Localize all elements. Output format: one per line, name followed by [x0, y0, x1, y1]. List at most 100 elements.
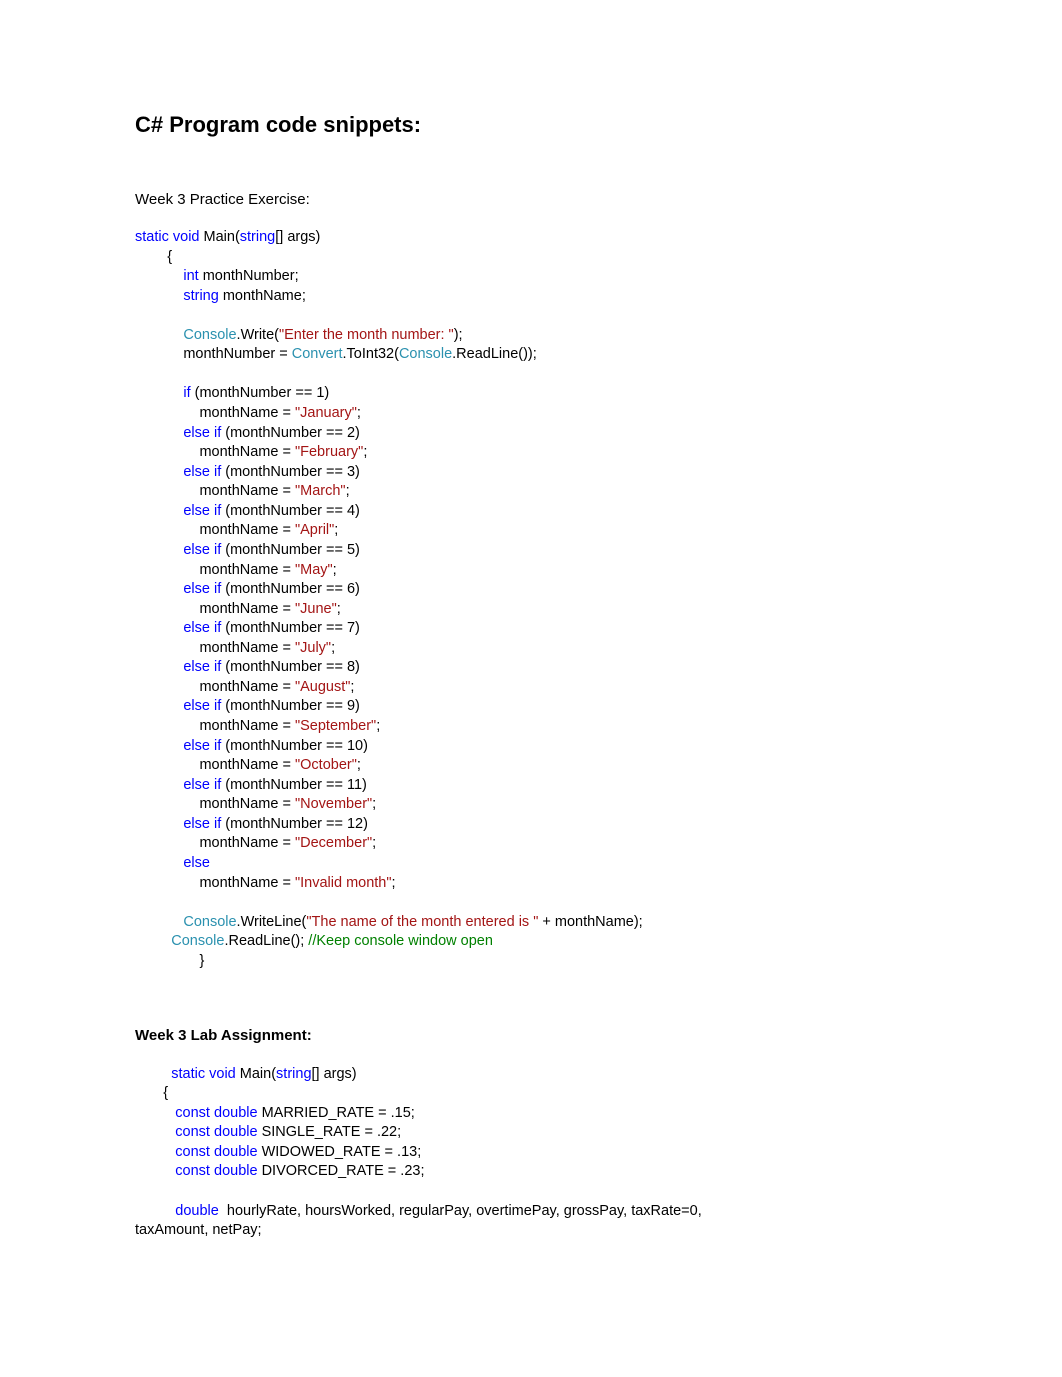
- code-type: Console: [171, 933, 224, 949]
- code-keyword: else if: [183, 503, 221, 519]
- code-text: Main(: [236, 1066, 276, 1082]
- code-string: "June": [295, 601, 337, 617]
- code-keyword: const: [175, 1105, 210, 1121]
- code-text: monthName =: [199, 757, 295, 773]
- code-keyword: if: [183, 385, 190, 401]
- code-string: "The name of the month entered is ": [306, 914, 538, 930]
- code-text: {: [135, 1085, 168, 1101]
- code-text: .WriteLine(: [237, 914, 307, 930]
- code-text: ;: [363, 444, 367, 460]
- code-keyword: else if: [183, 464, 221, 480]
- section-lab-label: Week 3 Lab Assignment:: [135, 1026, 932, 1046]
- code-text: ;: [372, 796, 376, 812]
- code-text: ;: [357, 757, 361, 773]
- page-title: C# Program code snippets:: [135, 110, 932, 140]
- code-block-lab: static void Main(string[] args) { const …: [135, 1065, 932, 1241]
- code-text: (monthNumber == 9): [221, 698, 360, 714]
- code-keyword: else: [183, 855, 210, 871]
- code-text: ;: [334, 522, 338, 538]
- code-string: "July": [295, 640, 331, 656]
- code-keyword: else if: [183, 620, 221, 636]
- code-text: ;: [333, 562, 337, 578]
- code-keyword: double: [175, 1203, 219, 1219]
- code-text: .ReadLine();: [224, 933, 308, 949]
- code-text: + monthName);: [538, 914, 642, 930]
- code-text: monthName =: [199, 679, 295, 695]
- code-text: ;: [357, 405, 361, 421]
- code-text: (monthNumber == 5): [221, 542, 360, 558]
- code-text: (monthNumber == 1): [191, 385, 330, 401]
- page: C# Program code snippets: Week 3 Practic…: [0, 0, 1062, 1301]
- code-string: "January": [295, 405, 357, 421]
- code-string: "October": [295, 757, 357, 773]
- code-string: "August": [295, 679, 350, 695]
- code-string: "May": [295, 562, 333, 578]
- code-string: "Enter the month number: ": [279, 327, 454, 343]
- code-text: (monthNumber == 4): [221, 503, 360, 519]
- code-text: monthName =: [199, 522, 295, 538]
- code-text: monthName =: [199, 562, 295, 578]
- code-text: (monthNumber == 7): [221, 620, 360, 636]
- code-text: monthName =: [199, 405, 295, 421]
- code-type: Console: [399, 346, 452, 362]
- code-keyword: string: [240, 229, 275, 245]
- code-block-practice: static void Main(string[] args) { int mo…: [135, 228, 932, 971]
- code-text: monthName =: [199, 718, 295, 734]
- code-text: WIDOWED_RATE = .13;: [258, 1144, 422, 1160]
- code-keyword: void: [173, 229, 200, 245]
- code-text: monthName;: [219, 288, 306, 304]
- code-keyword: static: [171, 1066, 205, 1082]
- code-text: monthName =: [199, 483, 295, 499]
- code-text: ;: [331, 640, 335, 656]
- code-keyword: double: [214, 1163, 258, 1179]
- code-string: "April": [295, 522, 334, 538]
- code-string: "March": [295, 483, 346, 499]
- code-string: "September": [295, 718, 376, 734]
- code-text: SINGLE_RATE = .22;: [258, 1124, 402, 1140]
- code-text: {: [135, 249, 172, 265]
- code-text: );: [454, 327, 463, 343]
- code-keyword: else if: [183, 698, 221, 714]
- code-text: monthName =: [199, 835, 295, 851]
- code-text: (monthNumber == 12): [221, 816, 368, 832]
- code-text: [] args): [312, 1066, 357, 1082]
- code-keyword: else if: [183, 581, 221, 597]
- section-practice-label: Week 3 Practice Exercise:: [135, 190, 932, 210]
- code-text: DIVORCED_RATE = .23;: [258, 1163, 425, 1179]
- code-text: [] args): [275, 229, 320, 245]
- code-keyword: void: [209, 1066, 236, 1082]
- code-string: "November": [295, 796, 372, 812]
- code-keyword: else if: [183, 659, 221, 675]
- code-text: }: [135, 953, 204, 969]
- code-text: MARRIED_RATE = .15;: [258, 1105, 415, 1121]
- code-string: "December": [295, 835, 372, 851]
- code-string: "Invalid month": [295, 875, 392, 891]
- code-text: monthName =: [199, 640, 295, 656]
- code-comment: //Keep console window open: [308, 933, 493, 949]
- code-text: monthName =: [199, 875, 295, 891]
- code-keyword: string: [276, 1066, 311, 1082]
- code-text: ;: [372, 835, 376, 851]
- code-keyword: string: [183, 288, 218, 304]
- code-text: (monthNumber == 11): [221, 777, 367, 793]
- code-keyword: else if: [183, 425, 221, 441]
- code-text: taxAmount, netPay;: [135, 1222, 262, 1238]
- code-text: monthNumber;: [199, 268, 299, 284]
- code-keyword: double: [214, 1144, 258, 1160]
- code-text: ;: [350, 679, 354, 695]
- code-text: (monthNumber == 10): [221, 738, 368, 754]
- code-text: ;: [376, 718, 380, 734]
- code-keyword: double: [214, 1124, 258, 1140]
- code-type: Console: [183, 327, 236, 343]
- code-text: .ToInt32(: [343, 346, 399, 362]
- code-text: hourlyRate, hoursWorked, regularPay, ove…: [219, 1203, 702, 1219]
- code-text: (monthNumber == 8): [221, 659, 360, 675]
- code-keyword: else if: [183, 816, 221, 832]
- code-text: monthName =: [199, 444, 295, 460]
- code-keyword: static: [135, 229, 169, 245]
- code-text: .Write(: [237, 327, 279, 343]
- code-keyword: const: [175, 1144, 210, 1160]
- code-text: ;: [346, 483, 350, 499]
- code-keyword: else if: [183, 738, 221, 754]
- code-keyword: double: [214, 1105, 258, 1121]
